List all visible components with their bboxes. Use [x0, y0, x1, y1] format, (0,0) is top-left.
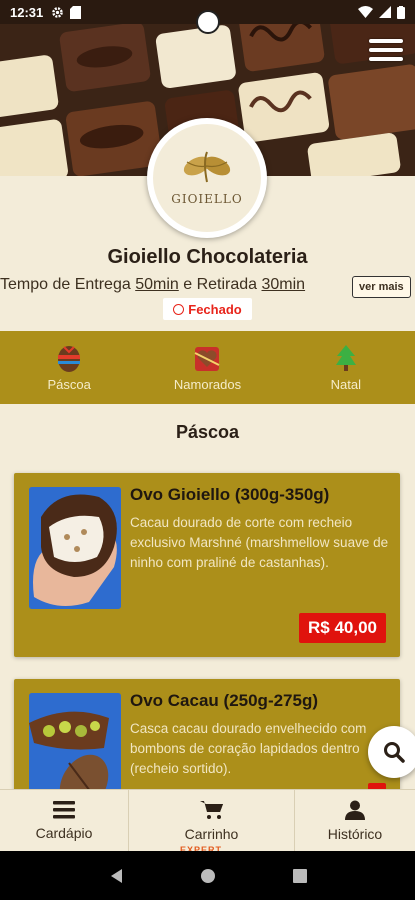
menu-list-icon [53, 800, 75, 818]
pickup-prefix: e Retirada [178, 276, 262, 293]
christmas-tree-icon [335, 345, 356, 371]
system-nav-bar [0, 851, 415, 900]
bottom-nav: Cardápio Carrinho Histórico [0, 789, 415, 851]
home-icon[interactable] [200, 868, 216, 884]
heart-box-icon [195, 347, 220, 371]
search-button[interactable] [368, 726, 415, 778]
product-description: Cacau dourado de corte com recheio exclu… [130, 515, 389, 570]
category-namorados[interactable]: Namorados [138, 331, 276, 404]
pickup-time: 30min [261, 276, 306, 293]
search-icon [384, 742, 405, 763]
category-label: Páscoa [47, 377, 91, 392]
hamburger-menu-icon[interactable] [369, 36, 403, 64]
product-name: Ovo Cacau (250g-275g) [130, 691, 319, 710]
logo-text: GIOIELLO [171, 192, 243, 206]
product-name: Ovo Gioiello (300g-350g) [130, 485, 330, 504]
nav-cardapio[interactable]: Cardápio [0, 790, 128, 851]
back-icon[interactable] [109, 868, 123, 884]
user-icon [345, 800, 365, 820]
nav-label: Carrinho [184, 825, 239, 842]
delivery-info: Tempo de Entrega 50min e Retirada 30min … [0, 276, 415, 298]
signal-icon [379, 6, 391, 18]
category-label: Namorados [173, 377, 242, 392]
cart-icon [199, 800, 223, 819]
wifi-icon [358, 6, 373, 18]
nav-historico[interactable]: Histórico [294, 790, 415, 851]
category-bar: Páscoa Namorados Natal [0, 331, 415, 404]
category-natal[interactable]: Natal [277, 331, 415, 404]
status-badge-label: Fechado [188, 301, 242, 317]
status-time: 12:31 [10, 4, 44, 20]
easter-egg-icon [58, 346, 81, 372]
settings-icon [52, 6, 64, 18]
battery-icon [397, 5, 405, 19]
camera-cutout [196, 10, 220, 34]
section-title: Páscoa [175, 422, 240, 442]
clock-icon [173, 303, 185, 315]
recents-icon[interactable] [292, 868, 307, 883]
nav-carrinho[interactable]: Carrinho [128, 790, 294, 851]
product-image [29, 487, 121, 609]
cocoa-pod-icon [183, 151, 231, 183]
ver-mais-button[interactable]: ver mais [352, 276, 411, 298]
sd-card-icon [70, 5, 82, 19]
delivery-prefix: Tempo de Entrega [0, 276, 136, 293]
product-card[interactable]: Ovo Gioiello (300g-350g) Cacau dourado d… [14, 473, 400, 657]
category-pascoa[interactable]: Páscoa [0, 331, 138, 404]
product-description: Casca cacau dourado envelhecido com bomb… [130, 721, 367, 776]
status-badge: Fechado [163, 298, 252, 320]
nav-label: Cardápio [35, 824, 93, 841]
store-name: Gioiello Chocolateria [107, 246, 308, 268]
store-logo: GIOIELLO [147, 118, 267, 238]
nav-label: Histórico [327, 825, 383, 842]
product-price: R$ 40,00 [299, 613, 386, 643]
delivery-time: 50min [135, 276, 179, 293]
category-label: Natal [330, 377, 361, 392]
